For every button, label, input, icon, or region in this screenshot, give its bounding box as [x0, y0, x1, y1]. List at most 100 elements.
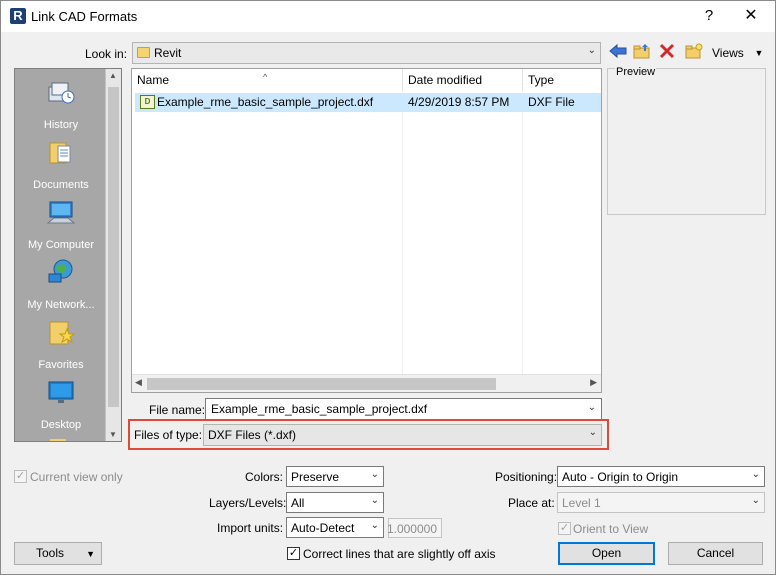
layers-value: All — [291, 496, 305, 510]
chevron-down-icon: ⌄ — [370, 495, 379, 506]
positioning-value: Auto - Origin to Origin — [562, 470, 679, 484]
help-button[interactable]: ? — [695, 5, 723, 27]
correct-lines-label: Correct lines that are slightly off axis — [303, 547, 496, 561]
import-scale-field[interactable]: 1.000000 — [386, 518, 442, 538]
place-label: Favorites — [38, 359, 84, 371]
filename-field[interactable]: ⌄ — [205, 398, 602, 420]
file-type: DXF File — [528, 95, 575, 109]
positioning-select[interactable]: Auto - Origin to Origin ⌄ — [557, 466, 765, 487]
chevron-down-icon: ⌄ — [751, 469, 760, 480]
place-my-computer[interactable]: My Computer — [15, 193, 107, 253]
column-divider — [402, 91, 403, 374]
my-computer-icon — [46, 201, 76, 224]
chevron-down-icon: ⌄ — [370, 520, 379, 531]
filetype-value: DXF Files (*.dxf) — [208, 428, 297, 442]
filename-input[interactable] — [209, 401, 579, 417]
link-cad-dialog: R Link CAD Formats ? ✕ Look in: Revit ⌄ … — [0, 0, 776, 575]
import-scale-value: 1.000000 — [386, 522, 437, 536]
dxf-file-icon: D — [140, 95, 155, 109]
import-units-value: Auto-Detect — [291, 521, 355, 535]
file-list[interactable]: Name ^ Date modified Type D Example_rme_… — [131, 68, 602, 393]
cancel-button[interactable]: Cancel — [668, 542, 763, 565]
dialog-title: Link CAD Formats — [31, 9, 138, 24]
desktop-icon — [48, 381, 74, 403]
favorites-icon — [49, 321, 76, 345]
lookin-value: Revit — [154, 46, 182, 60]
column-header-type[interactable]: Type — [523, 69, 601, 91]
place-at-select[interactable]: Level 1 ⌄ — [557, 492, 765, 513]
scroll-thumb[interactable] — [108, 87, 119, 407]
file-date: 4/29/2019 8:57 PM — [408, 95, 510, 109]
place-documents[interactable]: Documents — [15, 133, 107, 193]
import-units-label: Import units: — [217, 521, 284, 535]
folder-icon — [50, 439, 66, 441]
documents-icon — [49, 142, 71, 164]
dropdown-arrow-icon: ▼ — [86, 549, 95, 559]
filetype-label: Files of type: — [134, 428, 203, 442]
chevron-down-icon: ⌄ — [588, 427, 597, 438]
chevron-down-icon: ⌄ — [370, 469, 379, 480]
scroll-down-icon[interactable]: ▼ — [109, 430, 117, 439]
preview-pane: Preview — [607, 66, 766, 215]
orient-to-view-label: Orient to View — [573, 522, 649, 536]
views-dropdown-icon[interactable]: ▼ — [749, 43, 769, 63]
places-bar: History Documents My Computer My Network… — [14, 68, 122, 442]
scroll-left-icon[interactable]: ◀ — [135, 377, 142, 388]
chevron-down-icon: ⌄ — [587, 45, 596, 56]
network-icon — [48, 259, 73, 283]
place-label: My Computer — [27, 239, 95, 251]
orient-to-view-checkbox[interactable]: ✓ — [558, 522, 571, 535]
close-button[interactable]: ✕ — [737, 5, 765, 27]
place-label: Desktop — [40, 419, 82, 431]
colors-value: Preserve — [291, 470, 340, 484]
preview-label: Preview — [615, 66, 657, 78]
places-scrollbar[interactable]: ▲ ▼ — [105, 69, 121, 441]
column-divider — [522, 91, 523, 374]
title-bar: R Link CAD Formats ? ✕ — [1, 1, 775, 32]
filename-label: File name: — [149, 403, 206, 417]
colors-label: Colors: — [245, 470, 284, 484]
horizontal-scrollbar[interactable]: ◀ ▶ — [132, 374, 601, 392]
folder-icon — [137, 47, 150, 58]
place-at-label: Place at: — [508, 496, 555, 510]
scroll-up-icon[interactable]: ▲ — [109, 71, 117, 80]
file-name: Example_rme_basic_sample_project.dxf — [157, 95, 374, 109]
place-my-network[interactable]: My Network... — [15, 253, 107, 313]
chevron-down-icon: ⌄ — [751, 495, 760, 506]
place-history[interactable]: History — [15, 73, 107, 133]
positioning-label: Positioning: — [495, 470, 558, 484]
layers-label: Layers/Levels: — [209, 496, 287, 510]
colors-select[interactable]: Preserve ⌄ — [286, 466, 384, 487]
revit-app-icon: R — [10, 8, 26, 24]
import-units-select[interactable]: Auto-Detect ⌄ — [286, 517, 384, 538]
current-view-only-label: Current view only — [30, 470, 123, 484]
back-arrow-icon[interactable] — [608, 43, 628, 63]
lookin-select[interactable]: Revit ⌄ — [132, 42, 601, 64]
correct-lines-checkbox[interactable]: ✓ — [287, 547, 300, 560]
open-button[interactable]: Open — [558, 542, 655, 565]
scroll-thumb[interactable] — [147, 378, 496, 390]
chevron-down-icon[interactable]: ⌄ — [588, 402, 596, 413]
tools-button[interactable]: Tools ▼ — [14, 542, 102, 565]
place-label: My Network... — [27, 299, 95, 311]
history-icon — [48, 82, 75, 104]
current-view-only-checkbox[interactable]: ✓ — [14, 470, 27, 483]
place-label: Documents — [33, 179, 89, 191]
file-row[interactable]: D Example_rme_basic_sample_project.dxf 4… — [135, 93, 601, 112]
lookin-label: Look in: — [85, 47, 128, 61]
place-at-value: Level 1 — [562, 496, 601, 510]
place-label: History — [43, 119, 79, 131]
delete-icon[interactable] — [657, 43, 677, 63]
place-desktop[interactable]: Desktop — [15, 373, 107, 433]
place-favorites[interactable]: Favorites — [15, 313, 107, 373]
column-header-date[interactable]: Date modified — [403, 69, 523, 91]
layers-select[interactable]: All ⌄ — [286, 492, 384, 513]
column-header-name[interactable]: Name ^ — [132, 69, 403, 91]
place-next-partial — [15, 433, 107, 441]
sort-ascending-icon: ^ — [263, 72, 268, 82]
scroll-right-icon[interactable]: ▶ — [590, 377, 597, 388]
new-folder-icon[interactable] — [684, 43, 704, 63]
views-button[interactable]: Views — [712, 43, 752, 63]
filetype-select[interactable]: DXF Files (*.dxf) ⌄ — [203, 424, 602, 446]
up-folder-icon[interactable] — [632, 43, 652, 63]
